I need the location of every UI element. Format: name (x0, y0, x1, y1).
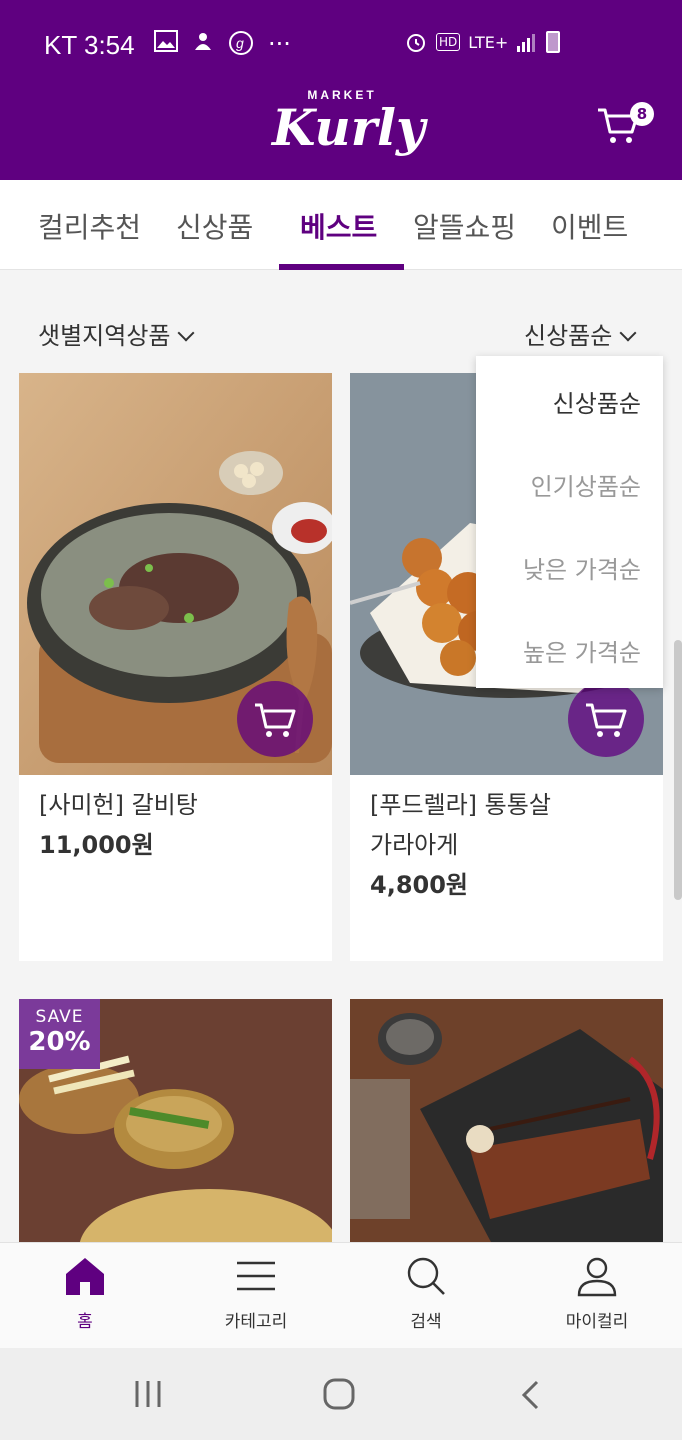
product-name-line1[interactable]: [푸드렐라] 통통살 (370, 785, 551, 825)
home-icon (66, 1258, 104, 1295)
svg-text:g: g (236, 35, 244, 51)
cart-icon (586, 703, 627, 737)
nav-home[interactable]: 홈 (25, 1255, 145, 1332)
more-status-icon: ··· (268, 30, 291, 58)
product-price: 11,000원 (39, 831, 154, 859)
cart-icon (255, 703, 296, 737)
image-icon (154, 30, 178, 52)
product-image[interactable]: SAVE 20% (19, 999, 332, 1242)
active-tab-indicator (279, 264, 404, 270)
product-price: 4,800원 (370, 871, 468, 899)
bottom-navigation: 홈 카테고리 검색 마이컬리 (0, 1242, 682, 1348)
sort-option-popular[interactable]: 인기상품순 (531, 467, 641, 502)
product-card[interactable]: [사미헌] 갈비탕 11,000원 (19, 373, 332, 961)
status-right-icons: HD LTE+ (404, 30, 561, 54)
nav-my-kurly[interactable]: 마이컬리 (537, 1255, 657, 1332)
user-icon (577, 1257, 617, 1297)
sort-option-newest[interactable]: 신상품순 (553, 384, 641, 419)
nav-search[interactable]: 검색 (366, 1255, 486, 1332)
discount-badge: SAVE 20% (19, 999, 100, 1069)
kurly-logo[interactable]: MARKET Kurly (272, 88, 425, 154)
g-icon: g (229, 31, 253, 55)
chevron-down-icon (177, 324, 195, 342)
delivery-region-filter[interactable]: 샛별지역상품 (38, 316, 195, 351)
chevron-down-icon (619, 324, 637, 342)
recent-apps-icon[interactable] (132, 1380, 164, 1408)
system-navigation-bar (0, 1348, 682, 1440)
product-name[interactable]: [사미헌] 갈비탕 (39, 785, 198, 825)
product-image[interactable] (19, 373, 332, 775)
tab-recommend[interactable]: 컬리추천 (38, 206, 141, 246)
add-to-cart-button[interactable] (568, 681, 644, 757)
app-header: KT 3:54 g ··· HD LTE+ MARKET Kurly 8 (0, 0, 682, 180)
status-carrier-time: KT 3:54 (44, 30, 135, 60)
product-card[interactable]: SAVE 20% (19, 999, 332, 1242)
signal-icon (517, 34, 536, 52)
product-card[interactable] (350, 999, 663, 1242)
category-tabs: 컬리추천 신상품 베스트 알뜰쇼핑 이벤트 (0, 180, 682, 270)
back-icon[interactable] (518, 1380, 544, 1410)
search-icon (407, 1257, 445, 1295)
sort-option-low-price[interactable]: 낮은 가격순 (523, 550, 641, 585)
hd-icon: HD (436, 33, 461, 51)
nav-category[interactable]: 카테고리 (196, 1255, 316, 1332)
tab-bargain-shopping[interactable]: 알뜰쇼핑 (413, 206, 516, 246)
sort-option-high-price[interactable]: 높은 가격순 (523, 633, 641, 668)
sort-filter[interactable]: 신상품순 (524, 316, 637, 351)
menu-icon (237, 1261, 275, 1291)
tab-best[interactable]: 베스트 (300, 206, 377, 246)
home-circle-icon[interactable] (322, 1378, 356, 1410)
product-image[interactable] (350, 999, 663, 1242)
add-to-cart-button[interactable] (237, 681, 313, 757)
tab-events[interactable]: 이벤트 (551, 206, 628, 246)
tab-new-products[interactable]: 신상품 (176, 206, 253, 246)
sort-dropdown: 신상품순 인기상품순 낮은 가격순 높은 가격순 (476, 356, 663, 688)
network-label: LTE+ (468, 32, 509, 52)
alarm-icon (407, 34, 425, 52)
product-name-line2[interactable]: 가라아게 (370, 825, 458, 865)
status-left-icons: g ··· (154, 30, 291, 58)
cart-button[interactable]: 8 (596, 102, 654, 152)
cart-count-badge: 8 (630, 102, 654, 126)
battery-icon (546, 31, 561, 53)
status-bar: KT 3:54 g ··· HD LTE+ (0, 0, 682, 90)
scrollbar[interactable] (674, 640, 682, 900)
upload-icon (195, 33, 211, 50)
